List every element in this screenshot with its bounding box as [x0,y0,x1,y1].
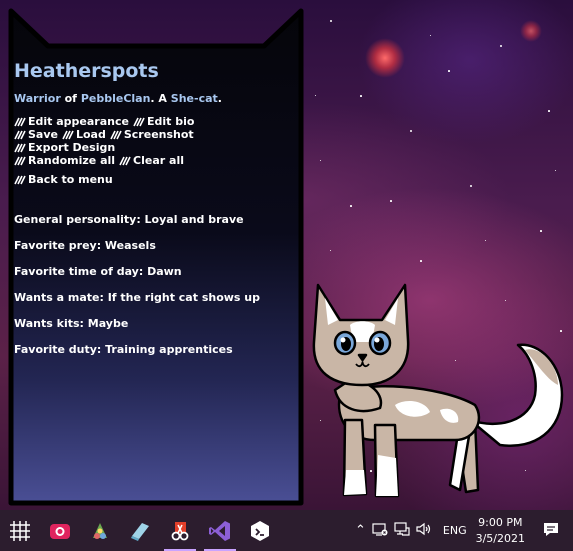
visual-studio-button[interactable] [200,510,240,551]
edit-appearance-label: Edit appearance [28,115,129,128]
network-icon[interactable] [372,522,388,539]
randomize-all-label: Randomize all [28,154,116,167]
menu-row-1: Edit appearance Edit bio [14,115,298,128]
star-dot [500,45,502,47]
screenshot-label: Screenshot [123,128,194,141]
menu-row-4: Back to menu [14,173,298,186]
volume-icon[interactable] [416,522,432,539]
chevron-up-icon[interactable]: ⌃ [355,523,366,538]
language-indicator[interactable]: ENG [443,524,467,537]
star-dot [485,240,486,241]
bio-personality: General personality: Loyal and brave [14,213,244,226]
load-link[interactable]: Load [62,128,106,141]
clock[interactable]: 9:00 PM 3/5/2021 [476,515,525,547]
paint-app-icon [93,522,107,539]
claw-icon [133,117,145,127]
paint-app-button[interactable] [80,510,120,551]
star-dot [470,185,472,187]
clear-all-label: Clear all [133,154,184,167]
menu-row-3: Randomize all Clear all [14,154,298,167]
taskbar: ⌃ ENG 9:00 PM 3/5/2021 [0,510,573,551]
menu-row-2: Save Load Screenshot Export Design [14,128,298,154]
camera-app-icon [50,523,70,539]
star-dot [548,110,550,112]
period-text: . [217,92,222,105]
star-dot [315,95,316,96]
bio-prey: Favorite prey: Weasels [14,239,156,252]
star-dot [448,70,450,72]
star-dot [410,130,412,132]
star-dot [420,260,422,262]
edit-bio-link[interactable]: Edit bio [133,115,194,128]
clock-date: 3/5/2021 [475,531,525,545]
screenshot-link[interactable]: Screenshot [110,128,194,141]
dev-app-button[interactable] [240,510,280,551]
export-design-label: Export Design [28,141,116,154]
dev-app-icon [251,520,269,541]
red-star-glow [365,38,405,78]
star-dot [555,170,556,171]
notepad-app-icon [131,522,149,541]
display-icon[interactable] [394,522,410,539]
notification-icon[interactable] [543,522,559,540]
cat-gender: She-cat [170,92,218,105]
system-tray: ⌃ ENG 9:00 PM 3/5/2021 [352,510,573,551]
start-grid-button[interactable] [0,510,40,551]
save-label: Save [28,128,58,141]
star-dot [350,205,352,207]
star-dot [430,35,431,36]
back-to-menu-label: Back to menu [28,173,113,186]
cat-rank: Warrior [14,92,61,105]
claw-icon [62,130,74,140]
camera-app-button[interactable] [40,510,80,551]
claw-icon [119,156,131,166]
claw-icon [14,143,26,153]
cat-rank-line: Warrior of PebbleClan. A She-cat. [14,92,298,105]
claw-icon [110,130,122,140]
bio-mate: Wants a mate: If the right cat shows up [14,291,261,304]
claw-icon [14,175,26,185]
notepad-app-button[interactable] [120,510,160,551]
claw-icon [14,117,26,127]
article-text: . A [150,92,167,105]
cat-info-panel: Heatherspots Warrior of PebbleClan. A Sh… [8,8,304,506]
star-dot [360,95,362,97]
star-dot [390,200,392,202]
edit-appearance-link[interactable]: Edit appearance [14,115,129,128]
snipping-app-button[interactable] [160,510,200,551]
export-design-link[interactable]: Export Design [14,141,115,154]
back-to-menu-link[interactable]: Back to menu [14,173,113,186]
snipping-app-icon [171,521,189,540]
star-dot [330,20,332,22]
bio-duty: Favorite duty: Training apprentices [14,343,233,356]
edit-bio-label: Edit bio [146,115,195,128]
randomize-all-link[interactable]: Randomize all [14,154,115,167]
grid-icon [10,520,30,541]
cat-character [312,283,564,498]
clock-time: 9:00 PM [478,515,523,529]
visual-studio-icon [209,520,230,541]
clear-all-link[interactable]: Clear all [119,154,184,167]
cat-clan: PebbleClan [80,92,151,105]
claw-icon [14,156,26,166]
save-link[interactable]: Save [14,128,58,141]
of-word: of [64,92,77,105]
star-dot [320,160,321,161]
load-label: Load [75,128,106,141]
star-dot [540,230,542,232]
bio-kits: Wants kits: Maybe [14,317,129,330]
claw-icon [14,130,26,140]
bio-time-of-day: Favorite time of day: Dawn [14,265,182,278]
cat-name: Heatherspots [14,60,159,82]
red-star-glow [520,20,542,42]
star-dot [330,250,331,251]
